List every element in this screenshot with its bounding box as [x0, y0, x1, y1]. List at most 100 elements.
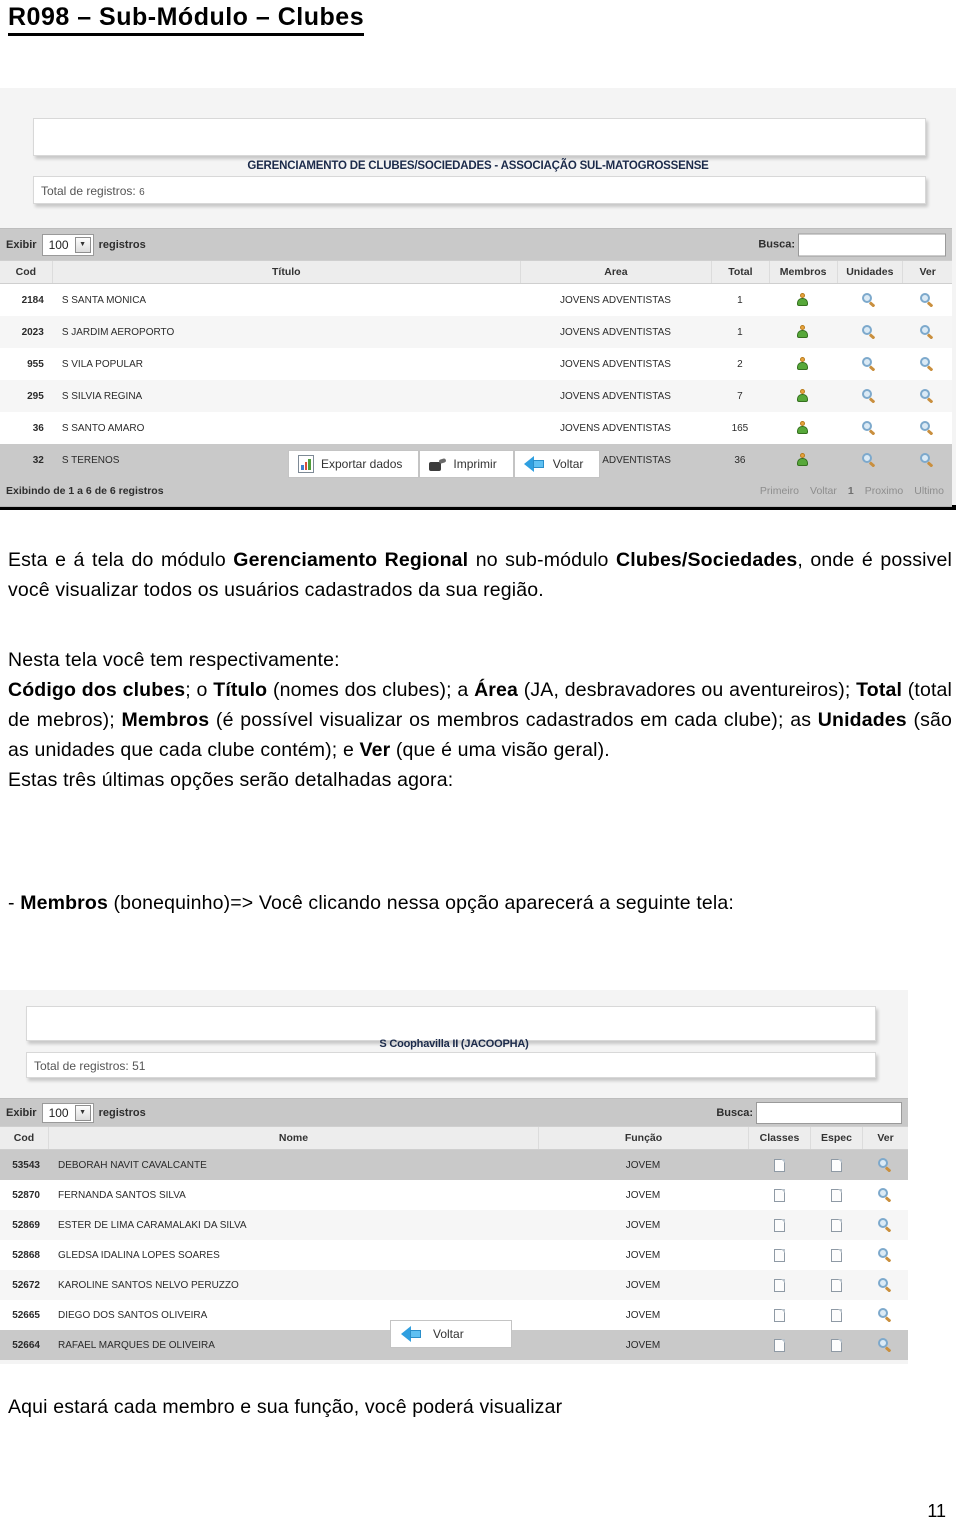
cell-ver[interactable]	[862, 1338, 908, 1352]
magnifier-icon[interactable]	[878, 1308, 892, 1322]
cell-ver[interactable]	[862, 1308, 908, 1322]
cell-ver[interactable]	[902, 293, 952, 307]
cell-membros[interactable]	[769, 421, 837, 435]
cell-membros[interactable]	[769, 293, 837, 307]
column-header-unidades[interactable]: Unidades	[836, 261, 903, 283]
cell-membros[interactable]	[769, 325, 837, 339]
magnifier-icon[interactable]	[920, 357, 934, 371]
voltar-button[interactable]: Voltar	[390, 1320, 512, 1348]
magnifier-icon[interactable]	[862, 357, 876, 371]
magnifier-icon[interactable]	[862, 325, 876, 339]
table-row[interactable]: 52868 GLEDSA IDALINA LOPES SOARES JOVEM	[0, 1240, 908, 1270]
search-input[interactable]	[756, 1101, 902, 1124]
cell-espec[interactable]	[810, 1188, 862, 1202]
cell-unidades[interactable]	[836, 325, 902, 339]
person-icon[interactable]	[796, 325, 809, 339]
magnifier-icon[interactable]	[920, 325, 934, 339]
person-icon[interactable]	[796, 293, 809, 307]
page-size-select[interactable]: 100 ▼	[41, 1102, 94, 1123]
column-header-ver[interactable]: Ver	[862, 1127, 908, 1149]
cell-espec[interactable]	[810, 1338, 862, 1352]
document-icon[interactable]	[773, 1278, 785, 1292]
document-icon[interactable]	[830, 1158, 842, 1172]
voltar-button[interactable]: Voltar	[513, 450, 601, 478]
cell-ver[interactable]	[902, 357, 952, 371]
document-icon[interactable]	[830, 1308, 842, 1322]
column-header-funcao[interactable]: Função	[538, 1127, 748, 1149]
cell-unidades[interactable]	[836, 389, 902, 403]
document-icon[interactable]	[830, 1248, 842, 1262]
cell-ver[interactable]	[862, 1188, 908, 1202]
document-icon[interactable]	[773, 1248, 785, 1262]
pager-primeiro[interactable]: Primeiro	[760, 485, 799, 497]
cell-ver[interactable]	[862, 1248, 908, 1262]
exportar-dados-button[interactable]: Exportar dados	[288, 450, 420, 478]
magnifier-icon[interactable]	[878, 1218, 892, 1232]
magnifier-icon[interactable]	[862, 421, 876, 435]
cell-espec[interactable]	[810, 1158, 862, 1172]
cell-unidades[interactable]	[836, 293, 902, 307]
table-row[interactable]: 52869 ESTER DE LIMA CARAMALAKI DA SILVA …	[0, 1210, 908, 1240]
cell-ver[interactable]	[902, 421, 952, 435]
cell-espec[interactable]	[810, 1218, 862, 1232]
pager-voltar[interactable]: Voltar	[810, 485, 837, 497]
search-input[interactable]	[798, 233, 946, 256]
column-header-membros[interactable]: Membros	[768, 261, 837, 283]
table-row[interactable]: 53543 DEBORAH NAVIT CAVALCANTE JOVEM	[0, 1150, 908, 1180]
column-header-cod[interactable]: Cod	[0, 261, 52, 283]
document-icon[interactable]	[773, 1188, 785, 1202]
magnifier-icon[interactable]	[920, 453, 934, 467]
cell-classes[interactable]	[748, 1158, 810, 1172]
document-icon[interactable]	[830, 1278, 842, 1292]
magnifier-icon[interactable]	[862, 293, 876, 307]
cell-unidades[interactable]	[836, 357, 902, 371]
column-header-total[interactable]: Total	[711, 261, 769, 283]
magnifier-icon[interactable]	[878, 1338, 892, 1352]
table-row[interactable]: 36 S SANTO AMARO JOVENS ADVENTISTAS 165	[0, 412, 952, 444]
table-row[interactable]: 2184 S SANTA MÔNICA JOVENS ADVENTISTAS 1	[0, 284, 952, 316]
table-row[interactable]: 2023 S JARDIM AEROPORTO JOVENS ADVENTIST…	[0, 316, 952, 348]
cell-classes[interactable]	[748, 1218, 810, 1232]
cell-ver[interactable]	[902, 325, 952, 339]
page-size-select[interactable]: 100 ▼	[41, 233, 94, 256]
person-icon[interactable]	[796, 421, 809, 435]
cell-classes[interactable]	[748, 1278, 810, 1292]
table-row[interactable]: 52672 KAROLINE SANTOS NELVO PERUZZO JOVE…	[0, 1270, 908, 1300]
cell-ver[interactable]	[862, 1278, 908, 1292]
cell-membros[interactable]	[769, 389, 837, 403]
table-row[interactable]: 295 S SILVIA REGINA JOVENS ADVENTISTAS 7	[0, 380, 952, 412]
cell-ver[interactable]	[862, 1158, 908, 1172]
person-icon[interactable]	[796, 357, 809, 371]
document-icon[interactable]	[773, 1308, 785, 1322]
cell-classes[interactable]	[748, 1188, 810, 1202]
cell-classes[interactable]	[748, 1338, 810, 1352]
cell-unidades[interactable]	[836, 421, 902, 435]
column-header-titulo[interactable]: Título	[51, 261, 520, 283]
cell-classes[interactable]	[748, 1308, 810, 1322]
magnifier-icon[interactable]	[878, 1248, 892, 1262]
magnifier-icon[interactable]	[920, 389, 934, 403]
magnifier-icon[interactable]	[878, 1158, 892, 1172]
table-row[interactable]: 955 S VILA POPULAR JOVENS ADVENTISTAS 2	[0, 348, 952, 380]
magnifier-icon[interactable]	[878, 1188, 892, 1202]
pager-proximo[interactable]: Proximo	[865, 485, 904, 497]
person-icon[interactable]	[796, 389, 809, 403]
cell-ver[interactable]	[902, 389, 952, 403]
magnifier-icon[interactable]	[920, 421, 934, 435]
imprimir-button[interactable]: Imprimir	[419, 450, 514, 478]
document-icon[interactable]	[830, 1218, 842, 1232]
person-icon[interactable]	[796, 453, 809, 467]
magnifier-icon[interactable]	[920, 293, 934, 307]
pager-ultimo[interactable]: Ultimo	[914, 485, 944, 497]
column-header-espec[interactable]: Espec	[810, 1127, 862, 1149]
cell-classes[interactable]	[748, 1248, 810, 1262]
column-header-classes[interactable]: Classes	[748, 1127, 810, 1149]
document-icon[interactable]	[830, 1188, 842, 1202]
cell-membros[interactable]	[769, 357, 837, 371]
magnifier-icon[interactable]	[862, 453, 876, 467]
cell-ver[interactable]	[862, 1218, 908, 1232]
column-header-area[interactable]: Area	[519, 261, 711, 283]
cell-membros[interactable]	[769, 453, 837, 467]
column-header-ver[interactable]: Ver	[902, 261, 952, 283]
cell-unidades[interactable]	[836, 453, 902, 467]
